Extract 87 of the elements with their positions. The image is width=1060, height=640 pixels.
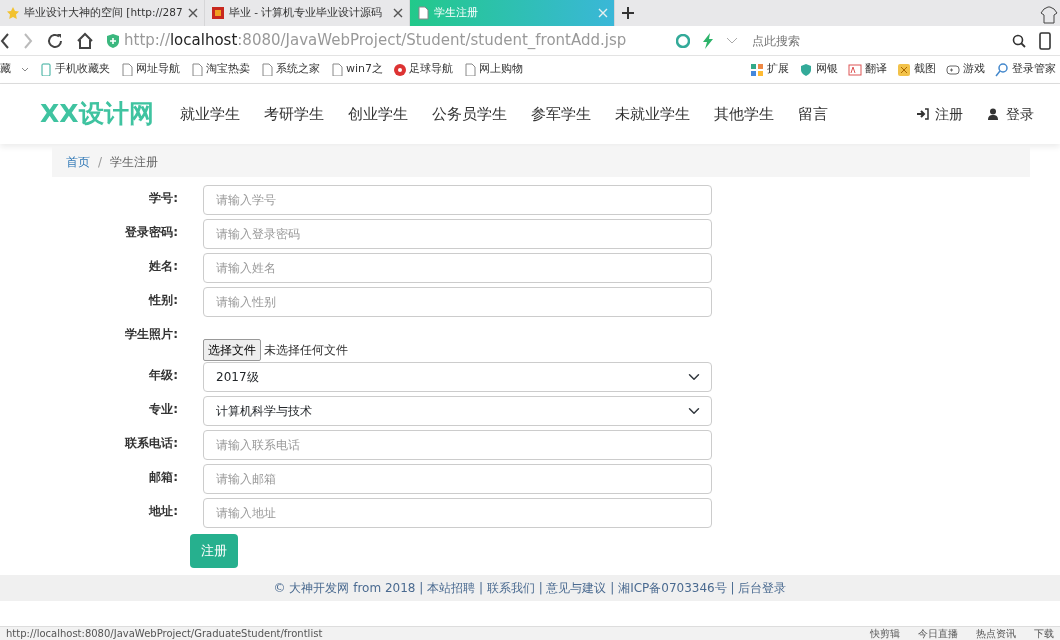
input-field[interactable]: 请输入邮箱 — [203, 464, 712, 494]
favicon-icon — [211, 6, 225, 20]
user-icon — [987, 107, 1000, 121]
field-label: 姓名: — [148, 258, 178, 275]
breadcrumb-link[interactable]: 首页 — [66, 153, 90, 171]
page-icon — [463, 63, 477, 76]
bookmark-link[interactable]: 系统之家 — [260, 61, 320, 78]
field-label: 性别: — [147, 292, 178, 309]
dropdown-select[interactable]: 2017级 — [203, 362, 712, 392]
home-icon[interactable] — [76, 31, 94, 50]
status-item[interactable]: 今日直播 — [918, 626, 958, 640]
nav-link[interactable]: 未就业学生 — [602, 102, 702, 126]
field-label: 邮箱: — [148, 469, 178, 486]
nav-link[interactable]: 其他学生 — [701, 102, 786, 126]
aperture-icon[interactable] — [676, 33, 690, 48]
shirt-icon[interactable] — [1038, 4, 1060, 26]
status-item[interactable]: 下载 — [1034, 626, 1054, 640]
toolbar-button[interactable]: 登录管家 — [995, 61, 1056, 78]
address-field[interactable]: http://localhost:8080/JavaWebProject/Student/student_frontAdd.jsp — [124, 29, 627, 52]
breadcrumb-current: 学生注册 — [110, 154, 159, 171]
field-label: 年级: — [148, 367, 178, 384]
page-icon — [120, 63, 133, 76]
file-button[interactable]: 选择文件 — [203, 338, 261, 361]
phone-icon[interactable] — [1038, 31, 1052, 50]
input-field[interactable]: 请输入姓名 — [203, 253, 712, 283]
star-icon — [6, 6, 20, 20]
status-item[interactable]: 快剪辑 — [870, 626, 900, 640]
tab-title: 毕业 - 计算机专业毕业设计源码 — [229, 5, 384, 21]
bookmark-link[interactable]: 手机收藏夹 — [39, 61, 110, 78]
nav-link[interactable]: 就业学生 — [167, 102, 252, 126]
nav-link[interactable]: 参军学生 — [518, 102, 603, 126]
toolbar-button[interactable]: 网银 — [799, 61, 838, 78]
translate-icon — [848, 62, 862, 77]
phone-icon — [39, 63, 52, 76]
field-label: 学号: — [148, 190, 178, 207]
toolbar-button[interactable]: 游戏 — [946, 61, 985, 78]
file-status: 未选择任何文件 — [264, 341, 348, 359]
page-icon — [190, 63, 203, 76]
nav-link[interactable]: 留言 — [785, 102, 840, 126]
bookmark-link[interactable]: 淘宝热卖 — [190, 61, 250, 78]
nav-link[interactable]: 创业学生 — [335, 102, 420, 126]
bookmark-link[interactable]: 藏 — [0, 61, 11, 78]
tab-title: 学生注册 — [434, 5, 479, 21]
status-url: http://localhost:8080/JavaWebProject/GraduateStudent/frontlist — [6, 627, 323, 640]
page-icon — [330, 63, 343, 76]
grid-icon — [750, 62, 764, 77]
shield-icon — [799, 62, 813, 77]
field-label: 专业: — [148, 401, 178, 418]
shield-icon — [106, 32, 120, 49]
lightning-icon[interactable] — [702, 32, 714, 49]
caret-icon[interactable] — [21, 66, 29, 73]
tab-title: 毕业设计大神的空间 [http://287 — [24, 5, 184, 21]
field-label: 地址: — [147, 503, 178, 520]
bookmark-link[interactable]: 网上购物 — [463, 61, 524, 78]
bookmark-link[interactable]: 足球导航 — [393, 61, 454, 78]
page-icon — [260, 63, 273, 76]
toolbar-button[interactable]: 扩展 — [750, 61, 789, 78]
nav-link[interactable]: 考研学生 — [251, 102, 336, 126]
dropdown-select[interactable]: 计算机科学与技术 — [203, 396, 712, 426]
bookmark-link[interactable]: win7之 — [330, 61, 384, 78]
breadcrumb-separator: / — [98, 154, 103, 171]
input-field[interactable]: 请输入性别 — [203, 287, 712, 317]
toolbar-button[interactable]: 截图 — [897, 61, 936, 78]
nav-link[interactable]: 注册 — [904, 103, 975, 125]
input-field[interactable]: 请输入登录密码 — [203, 219, 712, 249]
page-icon — [416, 6, 430, 20]
field-label: 学生照片: — [124, 326, 178, 343]
field-label: 联系电话: — [123, 435, 178, 452]
gamepad-icon — [946, 62, 960, 77]
close-icon[interactable] — [393, 8, 403, 18]
sign-in-icon — [916, 107, 929, 121]
close-icon[interactable] — [188, 8, 198, 18]
status-item[interactable]: 热点资讯 — [976, 626, 1016, 640]
ball-icon — [393, 63, 407, 76]
nav-link[interactable]: 公务员学生 — [419, 102, 519, 126]
toolbar-button[interactable]: 翻译 — [848, 61, 887, 78]
back-icon[interactable] — [0, 31, 10, 50]
reload-icon[interactable] — [46, 31, 64, 50]
search-icon[interactable] — [1012, 33, 1026, 48]
input-field[interactable]: 请输入地址 — [203, 498, 712, 528]
input-field[interactable]: 请输入联系电话 — [203, 430, 712, 460]
footer-text: © 大神开发网 from 2018 | 本站招聘 | 联系我们 | 意见与建议 | 湘ICP备0703346号 | 后台登录 — [0, 574, 1060, 601]
bookmark-link[interactable]: 网址导航 — [120, 61, 180, 78]
nav-link[interactable]: 登录 — [975, 103, 1046, 125]
input-field[interactable]: 请输入学号 — [203, 185, 712, 215]
field-label: 登录密码: — [124, 224, 178, 241]
browser-tab[interactable]: 毕业设计大神的空间 [http://287 — [0, 0, 205, 26]
